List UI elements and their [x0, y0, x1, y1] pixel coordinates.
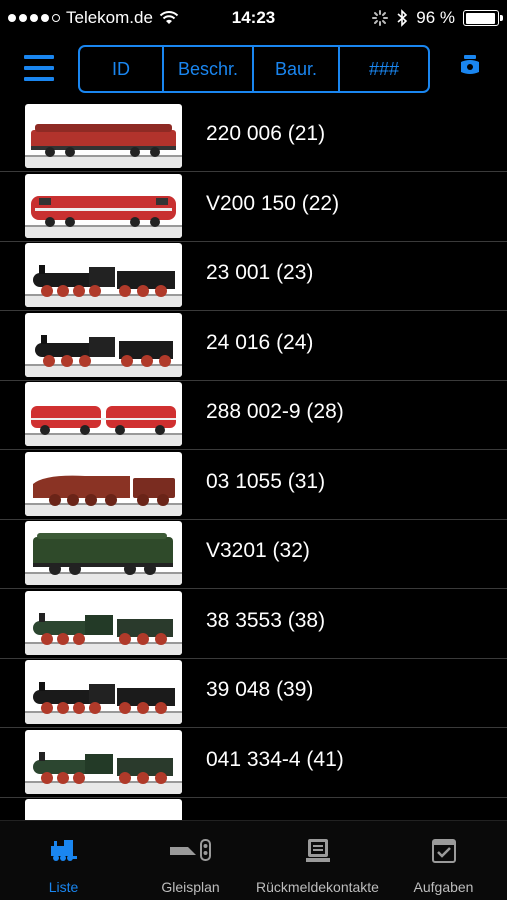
tab-liste[interactable]: Liste — [0, 821, 127, 900]
list-item-label: 288 002-9 (28) — [206, 400, 344, 423]
segment-id[interactable]: ID — [80, 47, 164, 91]
list-item-label: 03 1055 (31) — [206, 469, 326, 493]
locomotive-thumbnail — [25, 660, 182, 724]
tab-aufgaben[interactable]: Aufgaben — [380, 821, 507, 900]
status-bar: Telekom.de 14:23 96 % — [0, 0, 507, 36]
locomotive-thumbnail — [25, 729, 182, 794]
list-item[interactable]: 220 006 (21) — [0, 102, 507, 172]
locomotive-front-icon[interactable] — [456, 53, 484, 81]
menu-icon[interactable] — [24, 55, 54, 81]
sort-segmented-control: ID Beschr. Baur. ### — [78, 45, 430, 93]
locomotive-thumbnail — [25, 590, 182, 655]
locomotive-thumbnail — [25, 243, 182, 307]
navigation-bar: ID Beschr. Baur. ### — [0, 36, 507, 102]
list-item-label: 38 3553 (38) — [206, 608, 326, 632]
list-item-label: 23 001 (23) — [206, 261, 314, 284]
list-item[interactable]: V200 150 (22) — [0, 172, 507, 242]
list-item[interactable]: 24 016 (24) — [0, 311, 507, 381]
battery-percent: 96 % — [416, 8, 455, 27]
locomotive-thumbnail — [25, 382, 182, 446]
battery-icon — [463, 10, 503, 26]
list-item-label: 39 048 (39) — [206, 678, 314, 701]
tab-label-rueckmeldekontakte: Rückmeldekontakte — [256, 879, 379, 895]
list-item[interactable]: 23 001 (23) — [0, 241, 507, 311]
activity-spinner-icon — [372, 10, 389, 26]
locomotive-thumbnail — [25, 799, 182, 820]
list-item[interactable] — [0, 797, 507, 820]
tab-rueckmeldekontakte[interactable]: Rückmeldekontakte — [254, 821, 381, 900]
feedback-contacts-icon — [305, 839, 330, 862]
list-item[interactable]: 041 334-4 (41) — [0, 728, 507, 798]
list-item[interactable]: 288 002-9 (28) — [0, 380, 507, 450]
list-item[interactable]: 38 3553 (38) — [0, 589, 507, 659]
list-item-label: 24 016 (24) — [206, 330, 314, 354]
list-item-label: 220 006 (21) — [206, 122, 326, 145]
locomotive-thumbnail — [25, 173, 182, 238]
locomotive-thumbnail — [25, 451, 182, 516]
list-item-label: V3201 (32) — [206, 539, 310, 562]
segment-description[interactable]: Beschr. — [164, 47, 254, 91]
list-item[interactable]: 39 048 (39) — [0, 658, 507, 728]
list-item-label: V200 150 (22) — [206, 191, 340, 215]
list-item[interactable]: V3201 (32) — [0, 519, 507, 589]
status-right: 96 % — [372, 8, 503, 28]
segment-manufacturer[interactable]: Baur. — [254, 47, 340, 91]
list-item-label: 041 334-4 (41) — [206, 747, 344, 771]
list-item[interactable]: 03 1055 (31) — [0, 450, 507, 520]
locomotive-icon — [50, 840, 77, 861]
track-plan-icon — [169, 839, 211, 861]
tab-gleisplan[interactable]: Gleisplan — [127, 821, 254, 900]
locomotive-thumbnail — [25, 104, 182, 168]
tasks-icon — [431, 839, 456, 863]
locomotive-list: 220 006 (21) V200 150 (22) 23 001 (23) 24 0… — [0, 102, 507, 820]
tab-label-aufgaben: Aufgaben — [413, 879, 474, 895]
bluetooth-icon — [397, 9, 408, 27]
segment-number[interactable]: ### — [340, 47, 428, 91]
locomotive-thumbnail — [25, 312, 182, 377]
tab-label-gleisplan: Gleisplan — [161, 879, 220, 895]
tab-bar: Liste Gleisplan Rückmeldekontakte Aufgab… — [0, 820, 507, 900]
locomotive-thumbnail — [25, 521, 182, 585]
battery-fill — [465, 12, 496, 24]
